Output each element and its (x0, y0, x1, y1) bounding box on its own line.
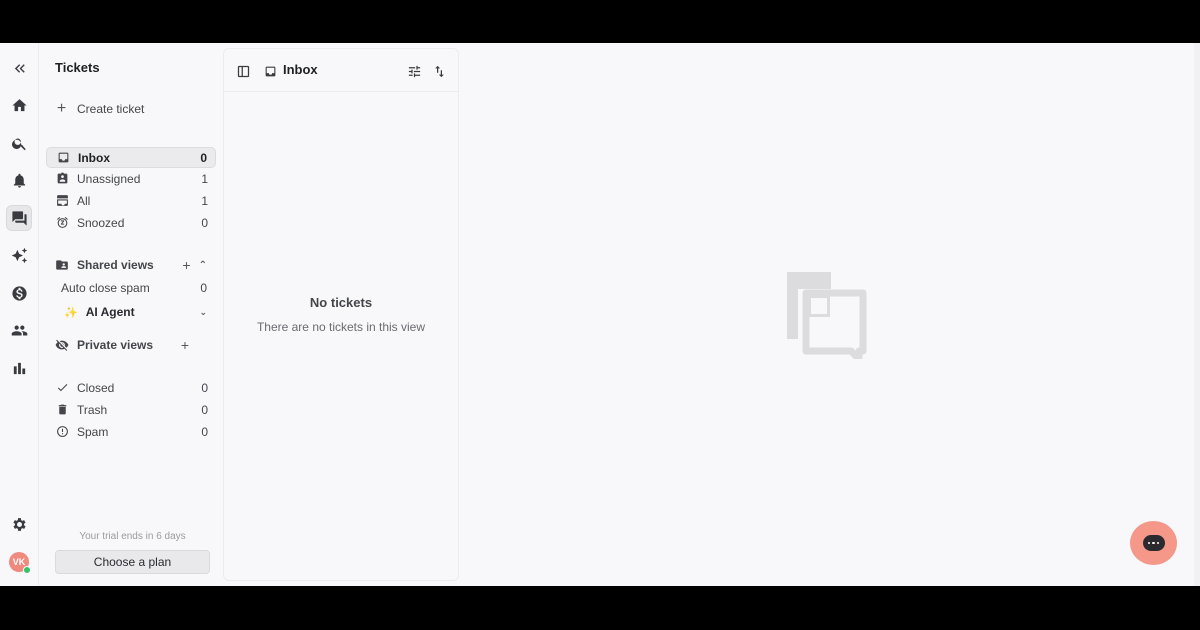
sidebar-item-label: Trash (77, 402, 108, 417)
sparkle-icon: ✨ (64, 306, 78, 319)
sidebar-item-all[interactable]: All 1 (46, 190, 216, 211)
sidebar-item-count: 0 (201, 215, 208, 230)
shared-view-count: 0 (200, 281, 207, 295)
chat-icon[interactable] (6, 205, 32, 231)
icon-rail: VK (0, 43, 38, 586)
shared-view-label: Auto close spam (61, 281, 150, 295)
plus-icon: + (56, 100, 67, 117)
list-title: Inbox (283, 62, 318, 77)
alarm-icon (55, 216, 69, 230)
sidebar-item-label: Unassigned (77, 171, 141, 186)
chevron-down-icon[interactable]: ⌄ (199, 307, 207, 318)
inbox-icon (56, 151, 70, 165)
empty-state-subtitle: There are no tickets in this view (256, 320, 426, 334)
scrollbar[interactable] (1194, 43, 1200, 586)
create-ticket-label: Create ticket (77, 102, 145, 116)
sparkle-icon[interactable] (6, 242, 32, 268)
inbox-icon (263, 63, 277, 79)
sort-icon[interactable] (431, 63, 447, 79)
dollar-icon[interactable] (6, 280, 32, 306)
home-icon[interactable] (6, 92, 32, 118)
all-icon (55, 194, 69, 208)
sidebar-item-label: Snoozed (77, 215, 125, 230)
bar-chart-icon[interactable] (6, 355, 32, 381)
check-icon (55, 381, 69, 395)
search-icon[interactable] (6, 130, 32, 156)
sidebar-item-inbox[interactable]: Inbox 0 (46, 147, 216, 168)
shared-view-ai-agent[interactable]: ✨ AI Agent ⌄ (61, 303, 207, 321)
empty-ticket-illustration-icon (787, 272, 867, 359)
add-private-view-button[interactable]: + (181, 337, 189, 353)
sidebar-item-spam[interactable]: Spam 0 (46, 421, 216, 442)
sidebar-item-count: 0 (201, 424, 208, 439)
private-views-header[interactable]: Private views + (55, 336, 207, 354)
online-status-dot (23, 566, 31, 574)
sidebar-item-closed[interactable]: Closed 0 (46, 377, 216, 398)
sidebar-item-unassigned[interactable]: Unassigned 1 (46, 168, 216, 189)
shared-views-label: Shared views (77, 258, 154, 272)
eye-off-icon (55, 338, 69, 352)
avatar-initials: VK (12, 557, 26, 567)
support-chat-button[interactable] (1130, 521, 1177, 565)
trash-icon (55, 403, 69, 417)
ticket-detail-pane (459, 43, 1194, 586)
sidebar-item-label: All (77, 193, 91, 208)
tickets-sidebar: Tickets + Create ticket Inbox 0 Unassign… (38, 43, 223, 586)
trial-notice: Your trial ends in 6 days (79, 531, 186, 542)
filter-icon[interactable] (406, 63, 422, 79)
add-shared-view-button[interactable]: + (182, 257, 190, 273)
unassigned-icon (55, 172, 69, 186)
sidebar-item-count: 0 (201, 402, 208, 417)
chat-bubble-icon (1142, 535, 1165, 551)
sidebar-item-count: 0 (200, 150, 207, 165)
sidebar-item-label: Spam (77, 424, 109, 439)
list-header: Inbox (224, 49, 458, 92)
ticket-list-pane: Inbox No tickets There are no tickets in… (223, 48, 459, 581)
shared-view-label: AI Agent (85, 305, 135, 319)
create-ticket-button[interactable]: + Create ticket (55, 100, 145, 117)
shared-folder-icon (55, 258, 69, 272)
app-window: VK Tickets + Create ticket Inbox 0 Unass… (0, 43, 1200, 586)
sidebar-item-label: Closed (77, 380, 115, 395)
choose-plan-button[interactable]: Choose a plan (55, 550, 210, 574)
chevron-up-icon[interactable]: ⌃ (199, 260, 207, 271)
sidebar-item-snoozed[interactable]: Snoozed 0 (46, 212, 216, 233)
empty-state-title: No tickets (309, 295, 373, 310)
sidebar-item-count: 1 (201, 171, 208, 186)
shared-views-header[interactable]: Shared views + ⌃ (55, 256, 207, 274)
sidebar-title: Tickets (55, 60, 100, 75)
sidebar-item-label: Inbox (78, 150, 110, 165)
collapse-icon[interactable] (6, 55, 32, 81)
sidebar-item-count: 1 (201, 193, 208, 208)
bell-icon[interactable] (6, 167, 32, 193)
sidebar-item-trash[interactable]: Trash 0 (46, 399, 216, 420)
people-icon[interactable] (6, 317, 32, 343)
sidebar-item-count: 0 (201, 380, 208, 395)
alert-icon (55, 425, 69, 439)
avatar[interactable]: VK (9, 552, 31, 574)
gear-icon[interactable] (6, 511, 32, 537)
private-views-label: Private views (77, 338, 154, 352)
sidebar-toggle-icon[interactable] (235, 63, 251, 79)
shared-view-auto-close-spam[interactable]: Auto close spam 0 (61, 279, 207, 297)
